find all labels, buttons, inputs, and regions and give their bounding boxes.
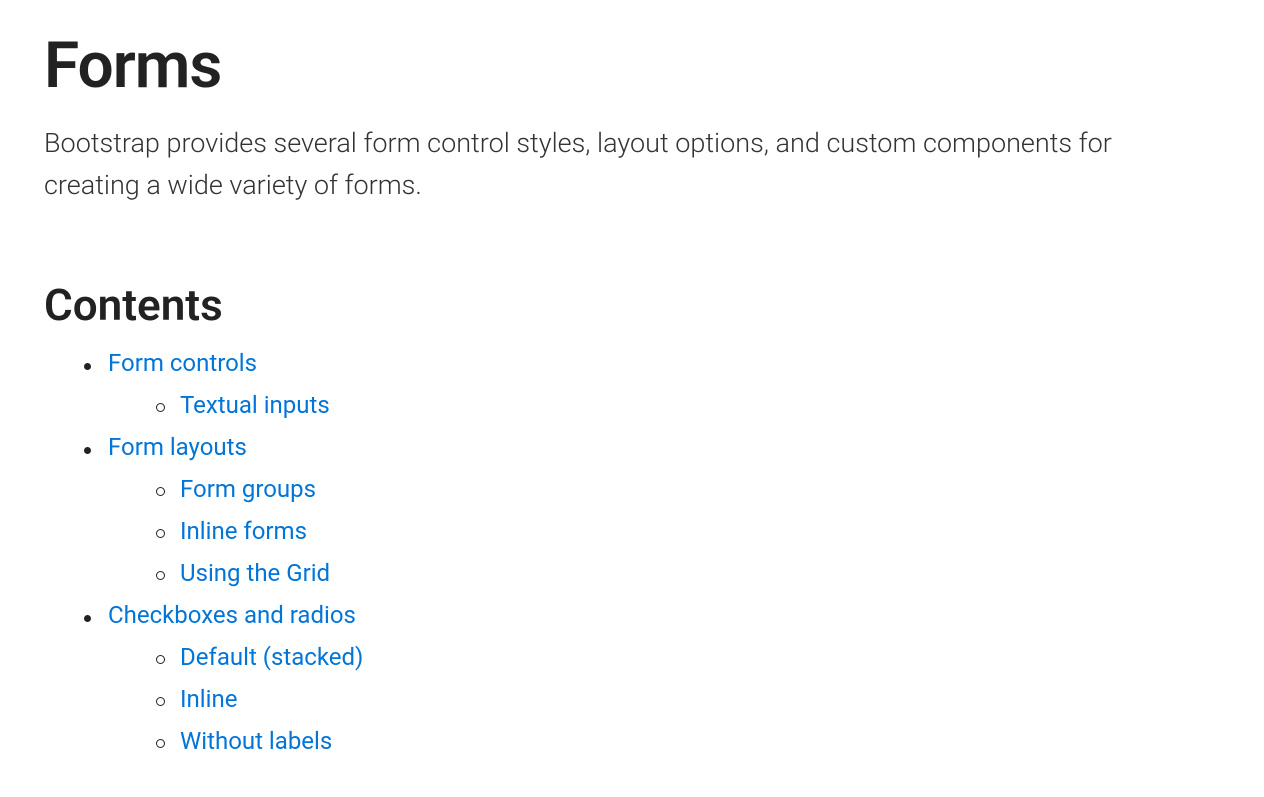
contents-heading: Contents — [44, 279, 1220, 331]
toc-link-inline-forms[interactable]: Inline forms — [180, 517, 307, 545]
toc-link-form-layouts[interactable]: Form layouts — [108, 433, 247, 461]
page-lead: Bootstrap provides several form control … — [44, 123, 1184, 207]
toc-item: Form layouts Form groups Inline forms Us… — [84, 433, 1220, 587]
toc-subitem: Inline forms — [156, 517, 1220, 545]
toc-link-checkboxes-radios[interactable]: Checkboxes and radios — [108, 601, 356, 629]
toc-subitem: Using the Grid — [156, 559, 1220, 587]
toc-subitem: Without labels — [156, 727, 1220, 755]
toc-subitem: Form groups — [156, 475, 1220, 503]
toc-item: Form controls Textual inputs — [84, 349, 1220, 419]
toc-sublist: Default (stacked) Inline Without labels — [108, 643, 1220, 755]
toc-link-using-the-grid[interactable]: Using the Grid — [180, 559, 330, 587]
toc-link-textual-inputs[interactable]: Textual inputs — [180, 391, 330, 419]
toc-link-form-groups[interactable]: Form groups — [180, 475, 316, 503]
toc-link-without-labels[interactable]: Without labels — [180, 727, 332, 755]
toc-sublist: Textual inputs — [108, 391, 1220, 419]
toc-item: Checkboxes and radios Default (stacked) … — [84, 601, 1220, 755]
toc-sublist: Form groups Inline forms Using the Grid — [108, 475, 1220, 587]
toc-link-form-controls[interactable]: Form controls — [108, 349, 257, 377]
page-title: Forms — [44, 28, 1220, 103]
toc-link-inline[interactable]: Inline — [180, 685, 237, 713]
table-of-contents: Form controls Textual inputs Form layout… — [44, 349, 1220, 755]
toc-link-default-stacked[interactable]: Default (stacked) — [180, 643, 363, 671]
toc-subitem: Default (stacked) — [156, 643, 1220, 671]
toc-subitem: Inline — [156, 685, 1220, 713]
toc-subitem: Textual inputs — [156, 391, 1220, 419]
